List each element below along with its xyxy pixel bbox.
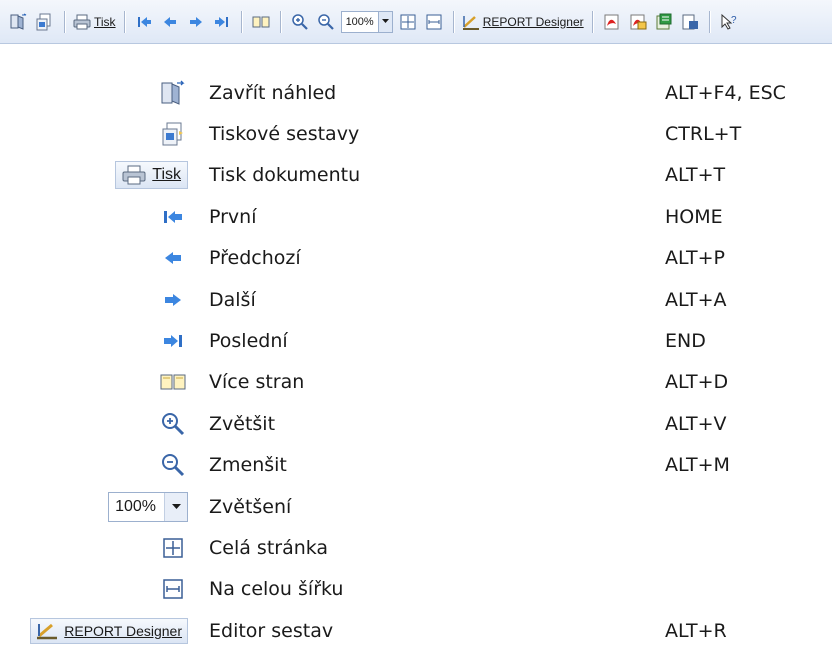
next-page-icon <box>158 285 188 315</box>
report-designer-label: REPORT Designer <box>482 14 584 29</box>
first-page-icon[interactable] <box>133 11 155 33</box>
last-page-icon[interactable] <box>211 11 233 33</box>
multiple-pages-icon <box>158 367 188 397</box>
whole-page-icon <box>158 533 188 563</box>
zoom-in-icon[interactable] <box>289 11 311 33</box>
zoom-out-icon[interactable] <box>315 11 337 33</box>
designer-icon <box>462 15 479 30</box>
page-width-icon[interactable] <box>423 11 445 33</box>
legend-label: Další <box>209 288 256 311</box>
legend-shortcut: HOME <box>665 205 723 228</box>
legend-row-close-preview: Zavřít náhled ALT+F4, ESC <box>0 72 832 113</box>
legend-label: Tiskové sestavy <box>209 123 360 146</box>
legend-row-zoom-in: Zvětšit ALT+V <box>0 403 832 444</box>
zoom-select[interactable]: 100% <box>340 10 393 33</box>
svg-text:?: ? <box>731 15 737 26</box>
multiple-pages-icon[interactable] <box>250 11 272 33</box>
whole-page-icon[interactable] <box>397 11 419 33</box>
legend-row-print: Tisk Tisk dokumentu ALT+T <box>0 155 832 196</box>
legend-row-print-reports: Tiskové sestavy CTRL+T <box>0 113 832 154</box>
legend-list: Zavřít náhled ALT+F4, ESC Tiskové sestav… <box>0 72 832 651</box>
previous-page-icon <box>158 243 188 273</box>
print-label: Tisk <box>94 14 116 29</box>
print-button: Tisk <box>115 161 188 190</box>
legend-shortcut: CTRL+T <box>665 123 742 146</box>
legend-label: Více stran <box>209 371 305 394</box>
toolbar-separator <box>64 10 65 33</box>
next-page-icon[interactable] <box>185 11 207 33</box>
toolbar-separator <box>708 10 710 33</box>
print-label: Tisk <box>152 166 181 184</box>
print-reports-icon <box>158 119 188 149</box>
legend-row-next: Další ALT+A <box>0 279 832 320</box>
send-document-icon[interactable] <box>679 11 701 33</box>
zoom-combo: 100% <box>108 491 188 522</box>
pdf-export-icon[interactable] <box>601 11 623 33</box>
legend-shortcut: ALT+D <box>665 371 729 394</box>
legend-shortcut: ALT+P <box>665 247 725 270</box>
toolbar-separator <box>279 10 281 33</box>
legend-shortcut: ALT+A <box>665 288 727 311</box>
toolbar-separator <box>452 10 454 33</box>
close-preview-icon <box>158 78 188 108</box>
page-width-icon <box>158 574 188 604</box>
export-icon[interactable] <box>653 11 675 33</box>
previous-page-icon[interactable] <box>159 11 181 33</box>
toolbar-separator <box>240 10 242 33</box>
printer-icon <box>122 165 146 185</box>
legend-label: První <box>209 205 257 228</box>
toolbar-separator <box>591 10 593 33</box>
legend-row-first: První HOME <box>0 196 832 237</box>
chevron-down-icon <box>164 492 187 521</box>
first-page-icon <box>158 202 188 232</box>
legend-label: Zvětšení <box>209 495 292 518</box>
legend-label: Celá stránka <box>209 536 329 559</box>
report-designer-button[interactable]: REPORT Designer <box>462 14 584 30</box>
printer-icon <box>73 14 91 29</box>
legend-row-multiple-pages: Více stran ALT+D <box>0 362 832 403</box>
legend-row-whole-page: Celá stránka <box>0 527 832 568</box>
legend-label: Zavřít náhled <box>209 81 337 104</box>
close-preview-icon[interactable] <box>8 11 30 33</box>
legend-row-previous: Předchozí ALT+P <box>0 238 832 279</box>
legend-row-zoom: 100% Zvětšení <box>0 486 832 527</box>
zoom-out-icon <box>158 450 188 480</box>
legend-shortcut: ALT+T <box>665 164 726 187</box>
legend-row-page-width: Na celou šířku <box>0 569 832 610</box>
legend-label: Zvětšit <box>209 412 276 435</box>
legend-label: Poslední <box>209 330 288 353</box>
legend-row-last: Poslední END <box>0 320 832 361</box>
print-button[interactable]: Tisk <box>73 14 116 30</box>
legend-label: Na celou šířku <box>209 578 344 601</box>
legend-label: Tisk dokumentu <box>209 164 361 187</box>
help-icon[interactable]: ? <box>718 11 740 33</box>
toolbar-separator <box>123 10 125 33</box>
legend-row-zoom-out: Zmenšit ALT+M <box>0 445 832 486</box>
last-page-icon <box>158 326 188 356</box>
legend-shortcut: ALT+F4, ESC <box>665 81 786 104</box>
legend-label: Předchozí <box>209 247 301 270</box>
zoom-value: 100% <box>345 15 374 28</box>
print-reports-icon[interactable] <box>34 11 56 33</box>
legend-shortcut: ALT+M <box>665 454 730 477</box>
legend-shortcut: END <box>665 330 706 353</box>
zoom-in-icon <box>158 409 188 439</box>
pdf-send-icon[interactable] <box>627 11 649 33</box>
legend-label: Zmenšit <box>209 454 287 477</box>
toolbar: Tisk 100% REPORT Designer ? <box>0 0 832 44</box>
zoom-value: 100% <box>115 497 156 515</box>
chevron-down-icon[interactable] <box>377 11 392 32</box>
legend-shortcut: ALT+V <box>665 412 727 435</box>
